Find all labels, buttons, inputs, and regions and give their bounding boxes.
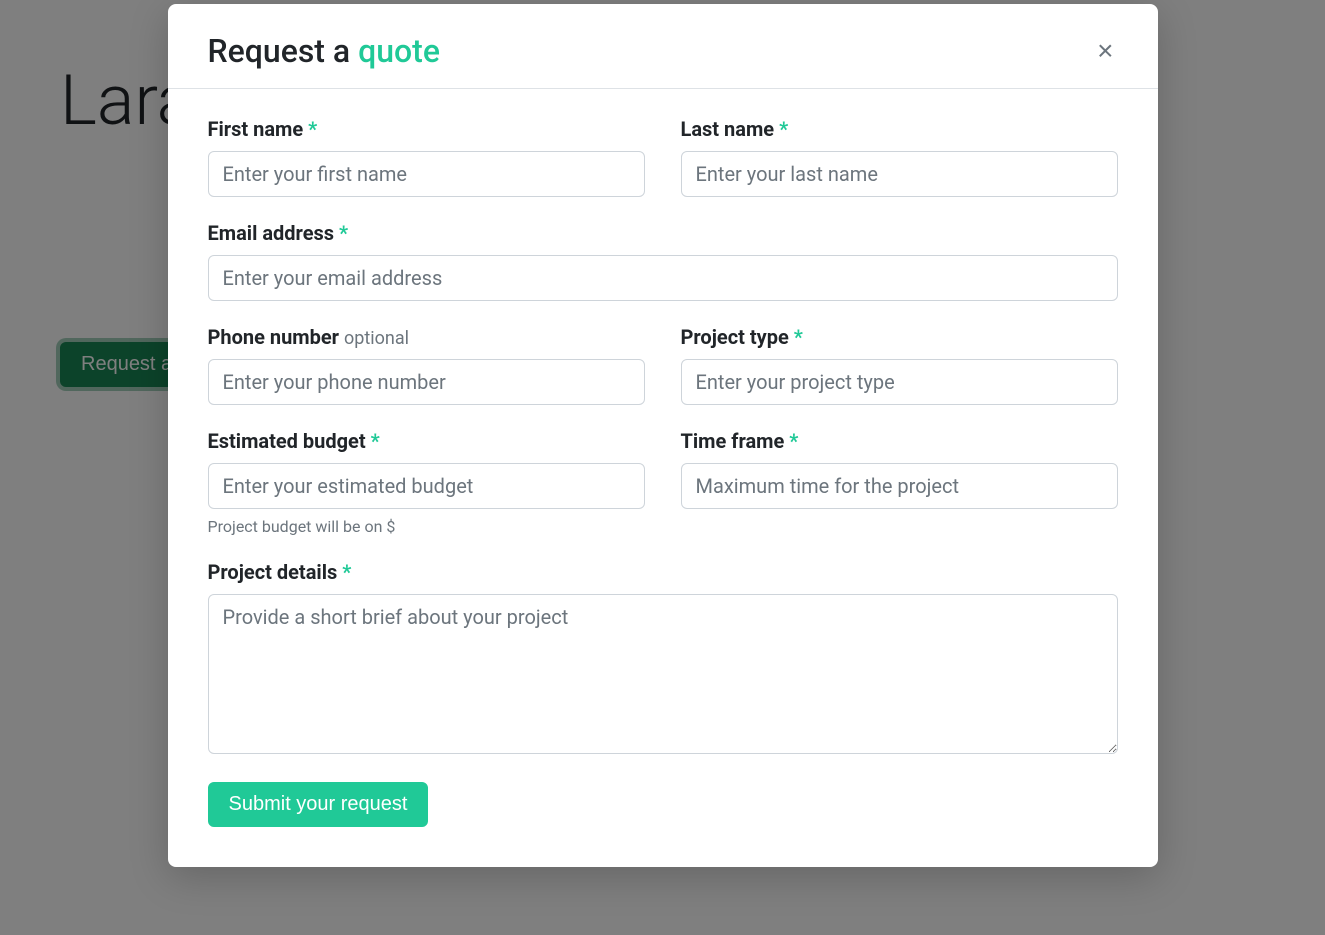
details-label: Project details * <box>208 560 1118 584</box>
submit-button[interactable]: Submit your request <box>208 782 429 827</box>
modal-body: First name * Last name * Email address * <box>168 89 1158 867</box>
project-type-input[interactable] <box>681 359 1118 405</box>
timeframe-label: Time frame * <box>681 429 1118 453</box>
budget-label: Estimated budget * <box>208 429 645 453</box>
budget-input[interactable] <box>208 463 645 509</box>
first-name-label: First name * <box>208 117 645 141</box>
modal-title: Request a quote <box>208 32 440 70</box>
timeframe-input[interactable] <box>681 463 1118 509</box>
modal-header: Request a quote × <box>168 4 1158 89</box>
last-name-label: Last name * <box>681 117 1118 141</box>
close-icon[interactable]: × <box>1093 37 1117 65</box>
email-input[interactable] <box>208 255 1118 301</box>
first-name-input[interactable] <box>208 151 645 197</box>
phone-label: Phone number optional <box>208 325 645 349</box>
project-type-label: Project type * <box>681 325 1118 349</box>
email-label: Email address * <box>208 221 1118 245</box>
details-textarea[interactable] <box>208 594 1118 754</box>
last-name-input[interactable] <box>681 151 1118 197</box>
phone-input[interactable] <box>208 359 645 405</box>
budget-hint: Project budget will be on $ <box>208 517 645 536</box>
request-quote-modal: Request a quote × First name * Last name… <box>168 4 1158 867</box>
